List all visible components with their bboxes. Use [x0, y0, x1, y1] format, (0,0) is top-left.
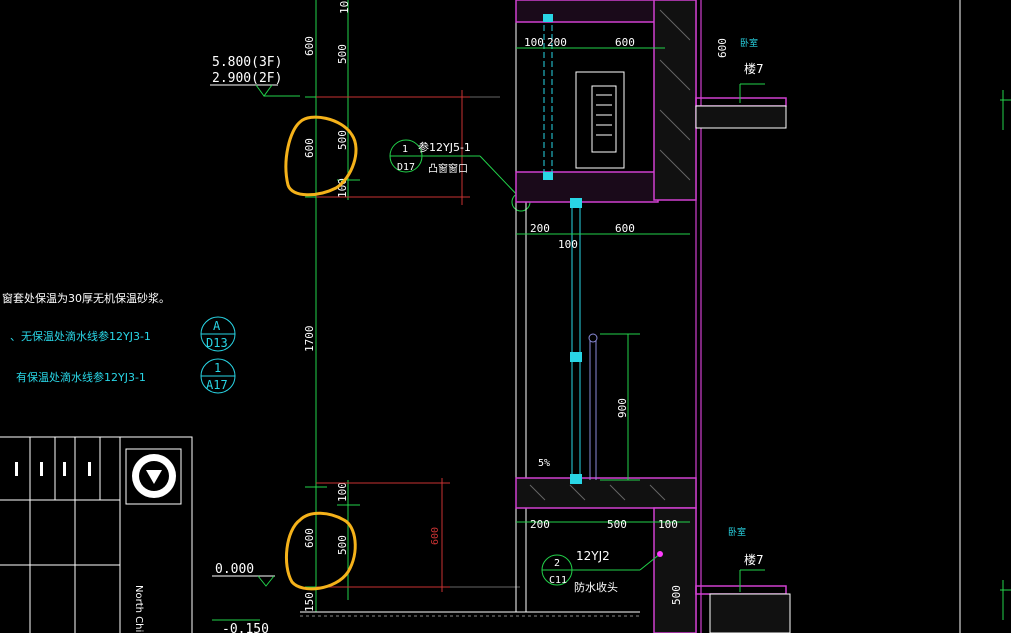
svg-text:卧室: 卧室 [740, 37, 758, 49]
svg-text:500: 500 [670, 585, 683, 605]
notes: 窗套处保温为30厚无机保温砂浆。 、无保温处滴水线参12YJ3-1 有保温处滴水… [2, 291, 170, 384]
north-text: North Chi [133, 585, 144, 632]
svg-text:凸窗窗口: 凸窗窗口 [428, 162, 468, 175]
svg-text:600: 600 [303, 528, 316, 548]
level-upper-2: 2.900(2F) [212, 71, 282, 86]
svg-text:2: 2 [554, 558, 560, 569]
svg-text:窗套处保温为30厚无机保温砂浆。: 窗套处保温为30厚无机保温砂浆。 [2, 291, 170, 305]
svg-text:卧室: 卧室 [728, 526, 746, 538]
svg-text:D17: D17 [397, 162, 415, 173]
svg-text:100: 100 [658, 518, 678, 531]
svg-text:100: 100 [338, 0, 351, 14]
svg-text:500: 500 [336, 130, 349, 150]
svg-text:200: 200 [547, 36, 567, 49]
svg-text:A: A [213, 319, 221, 333]
svg-text:600: 600 [303, 138, 316, 158]
right-edge-elements [959, 0, 1011, 633]
svg-text:600: 600 [716, 38, 729, 58]
level-below: -0.150 [222, 622, 269, 633]
svg-text:600: 600 [303, 36, 316, 56]
svg-text:600: 600 [615, 222, 635, 235]
title-block-marks [15, 462, 91, 476]
svg-text:900: 900 [616, 398, 629, 418]
svg-text:12YJ2: 12YJ2 [576, 549, 610, 563]
svg-text:1: 1 [402, 144, 408, 155]
section-walls [515, 0, 791, 633]
red-dim-600: 600 [430, 527, 441, 545]
svg-text:楼7: 楼7 [744, 552, 764, 567]
callout-a-d13[interactable]: A D13 [200, 316, 236, 352]
callout-d17[interactable]: 1 D17 参12YJ5-1 凸窗窗口 [389, 139, 531, 212]
svg-text:100: 100 [524, 36, 544, 49]
svg-text:500: 500 [607, 518, 627, 531]
cad-drawing-canvas[interactable]: 5.800(3F) 2.900(2F) 0.000 -0.150 100 600… [0, 0, 1011, 633]
svg-text:500: 500 [336, 535, 349, 555]
svg-text:100: 100 [336, 482, 349, 502]
level-ground: 0.000 [215, 562, 254, 577]
svg-text:楼7: 楼7 [744, 61, 764, 76]
left-vertical-dimensions [305, 0, 520, 612]
svg-text:C11: C11 [549, 575, 567, 586]
callout-c11[interactable]: 2 C11 12YJ2 防水收头 [541, 549, 663, 594]
svg-text:100: 100 [558, 238, 578, 251]
slope-label: 5% [538, 458, 550, 469]
svg-text:150: 150 [303, 592, 316, 612]
svg-text:防水收头: 防水收头 [574, 580, 618, 594]
svg-text:200: 200 [530, 222, 550, 235]
svg-text:1: 1 [214, 361, 221, 375]
level-upper-1: 5.800(3F) [212, 55, 282, 70]
section-dim-lines [516, 47, 765, 592]
svg-text:600: 600 [615, 36, 635, 49]
svg-text:A17: A17 [206, 378, 228, 392]
north-logo-icon [125, 448, 182, 505]
svg-text:、无保温处滴水线参12YJ3-1: 、无保温处滴水线参12YJ3-1 [10, 329, 151, 343]
callout-1-a17[interactable]: 1 A17 [200, 358, 236, 394]
svg-text:200: 200 [530, 518, 550, 531]
svg-text:D13: D13 [206, 336, 228, 350]
svg-text:500: 500 [336, 44, 349, 64]
svg-text:参12YJ5-1: 参12YJ5-1 [418, 140, 471, 154]
svg-text:1700: 1700 [303, 326, 316, 353]
svg-text:有保温处滴水线参12YJ3-1: 有保温处滴水线参12YJ3-1 [16, 370, 146, 384]
ground-line [300, 611, 640, 617]
